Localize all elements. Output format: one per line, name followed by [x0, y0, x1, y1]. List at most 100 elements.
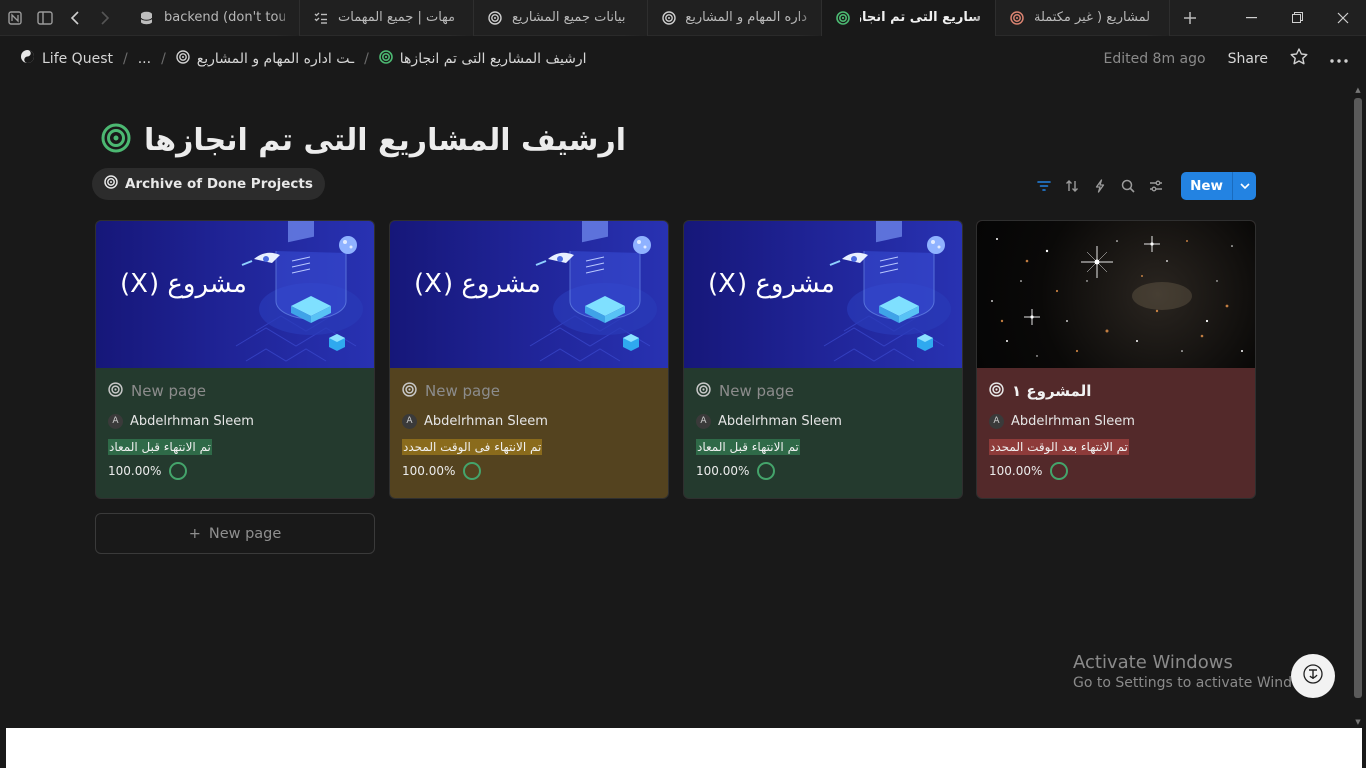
- checklist-icon: [314, 12, 330, 24]
- search-icon[interactable]: [1119, 173, 1137, 199]
- breadcrumb-workspace-label: Life Quest: [42, 50, 113, 67]
- sort-icon[interactable]: [1063, 173, 1081, 199]
- scrollbar-thumb[interactable]: [1354, 98, 1362, 698]
- card-title[interactable]: المشروع ١: [989, 378, 1243, 404]
- progress-ring-icon: [463, 462, 482, 480]
- target-icon: [696, 381, 711, 401]
- breadcrumb-current[interactable]: ارشيف المشاريع التى تم انجازها: [378, 49, 587, 68]
- status-badge: تم الانتهاء فى الوقت المحدد: [402, 439, 543, 455]
- target-icon: [176, 49, 190, 68]
- person-name: Abdelrhman Sleem: [1011, 413, 1135, 429]
- target-icon: [104, 175, 118, 193]
- edited-timestamp: Edited 8m ago: [1103, 50, 1206, 67]
- breadcrumb-ellipsis[interactable]: ...: [138, 51, 151, 67]
- taskbar-area: [6, 728, 1362, 768]
- filter-icon[interactable]: [1035, 173, 1053, 199]
- new-page-label: New page: [208, 525, 282, 542]
- sidebar-toggle-icon[interactable]: [30, 0, 60, 36]
- tab-all-tasks[interactable]: مهات | جميع المهمات: [300, 0, 474, 36]
- breadcrumb-parent-label: ـت اداره المهام و المشاريع: [196, 50, 355, 67]
- breadcrumb-separator: /: [122, 50, 128, 67]
- card-person: A Abdelrhman Sleem: [108, 410, 362, 432]
- back-icon[interactable]: [60, 0, 90, 36]
- status-badge: تم الانتهاء قبل المعاد: [108, 439, 212, 455]
- notion-logo-icon[interactable]: [0, 0, 30, 36]
- avatar: A: [696, 413, 711, 429]
- topbar-actions: Edited 8m ago Share: [1104, 48, 1366, 69]
- new-button[interactable]: New: [1181, 172, 1232, 200]
- help-icon: [1301, 662, 1325, 691]
- new-button-group: New: [1181, 172, 1256, 200]
- progress-value: 100.00%: [108, 464, 162, 478]
- breadcrumb-current-label: ارشيف المشاريع التى تم انجازها: [399, 50, 587, 67]
- target-icon: [662, 10, 678, 25]
- card-cover: مشروع (X): [390, 221, 668, 368]
- target-icon: [402, 381, 417, 401]
- view-tab-label: Archive of Done Projects: [125, 176, 313, 192]
- workspace-logo-icon: [20, 49, 35, 68]
- gallery-card[interactable]: مشروع (X) New page A Abdelrhman Sleem تم…: [95, 220, 375, 499]
- tab-list: backend (don't touc مهات | جميع المهمات …: [126, 0, 1170, 36]
- tab-label: مهات | جميع المهمات: [338, 10, 456, 25]
- card-person: A Abdelrhman Sleem: [696, 410, 950, 432]
- tab-all-projects-data[interactable]: بيانات جميع المشاريع: [474, 0, 648, 36]
- person-name: Abdelrhman Sleem: [424, 413, 548, 429]
- card-title[interactable]: New page: [696, 378, 950, 404]
- progress-value: 100.00%: [402, 464, 456, 478]
- view-settings-icon[interactable]: [1147, 173, 1165, 199]
- automation-icon[interactable]: [1091, 173, 1109, 199]
- help-button[interactable]: [1291, 654, 1335, 698]
- tab-done-projects[interactable]: ساريع التى تم انجازها: [822, 0, 996, 36]
- restore-icon[interactable]: [1274, 0, 1320, 36]
- card-progress: 100.00%: [108, 462, 362, 480]
- scroll-up-icon[interactable]: ▲: [1354, 86, 1362, 94]
- status-badge: تم الانتهاء قبل المعاد: [696, 439, 800, 455]
- add-new-page-button[interactable]: + New page: [95, 513, 375, 554]
- target-icon: [989, 381, 1004, 401]
- card-title[interactable]: New page: [108, 378, 362, 404]
- card-title-text: New page: [425, 382, 500, 400]
- progress-ring-icon: [1050, 462, 1069, 480]
- avatar: A: [402, 413, 417, 429]
- page-target-icon[interactable]: [100, 122, 132, 158]
- page-title-text[interactable]: ارشيف المشاريع التى تم انجازها: [144, 123, 626, 158]
- breadcrumb-separator: /: [364, 50, 369, 67]
- star-icon[interactable]: [1290, 48, 1308, 69]
- plus-icon: +: [188, 525, 201, 542]
- scroll-down-icon[interactable]: ▼: [1354, 718, 1362, 726]
- tab-task-management[interactable]: داره المهام و المشاريع: [648, 0, 822, 36]
- progress-ring-icon: [169, 462, 188, 480]
- cover-text: مشروع (X): [414, 269, 541, 299]
- cover-text: مشروع (X): [708, 269, 835, 299]
- card-person: A Abdelrhman Sleem: [989, 410, 1243, 432]
- share-button[interactable]: Share: [1228, 51, 1268, 67]
- card-cover: [977, 221, 1255, 368]
- card-title-text: New page: [131, 382, 206, 400]
- new-tab-button[interactable]: [1170, 0, 1210, 36]
- person-name: Abdelrhman Sleem: [718, 413, 842, 429]
- gallery-card[interactable]: مشروع (X) New page A Abdelrhman Sleem تم…: [683, 220, 963, 499]
- avatar: A: [989, 413, 1004, 429]
- card-progress: 100.00%: [402, 462, 656, 480]
- target-icon: [1010, 10, 1026, 25]
- activate-windows-watermark: Activate Windows Go to Settings to activ…: [1073, 652, 1324, 691]
- tab-incomplete-projects[interactable]: لمشاريع ( غير مكتملة: [996, 0, 1170, 36]
- gallery-card[interactable]: مشروع (X) New page A Abdelrhman Sleem تم…: [389, 220, 669, 499]
- database-toolbar: New: [1035, 172, 1256, 200]
- breadcrumb-workspace[interactable]: Life Quest: [20, 49, 113, 68]
- view-tab-archive[interactable]: Archive of Done Projects: [92, 168, 325, 200]
- vertical-scrollbar[interactable]: ▲ ▼: [1354, 86, 1362, 726]
- breadcrumb-parent[interactable]: ـت اداره المهام و المشاريع: [176, 49, 355, 68]
- card-title[interactable]: New page: [402, 378, 656, 404]
- close-window-icon[interactable]: [1320, 0, 1366, 36]
- progress-value: 100.00%: [989, 464, 1043, 478]
- forward-icon[interactable]: [90, 0, 120, 36]
- card-title-text: New page: [719, 382, 794, 400]
- database-icon: [140, 11, 156, 25]
- minimize-icon[interactable]: [1228, 0, 1274, 36]
- gallery-card[interactable]: المشروع ١ A Abdelrhman Sleem تم الانتهاء…: [976, 220, 1256, 499]
- card-progress: 100.00%: [696, 462, 950, 480]
- chevron-down-icon[interactable]: [1232, 172, 1256, 200]
- more-options-icon[interactable]: [1330, 51, 1348, 67]
- tab-backend[interactable]: backend (don't touc: [126, 0, 300, 36]
